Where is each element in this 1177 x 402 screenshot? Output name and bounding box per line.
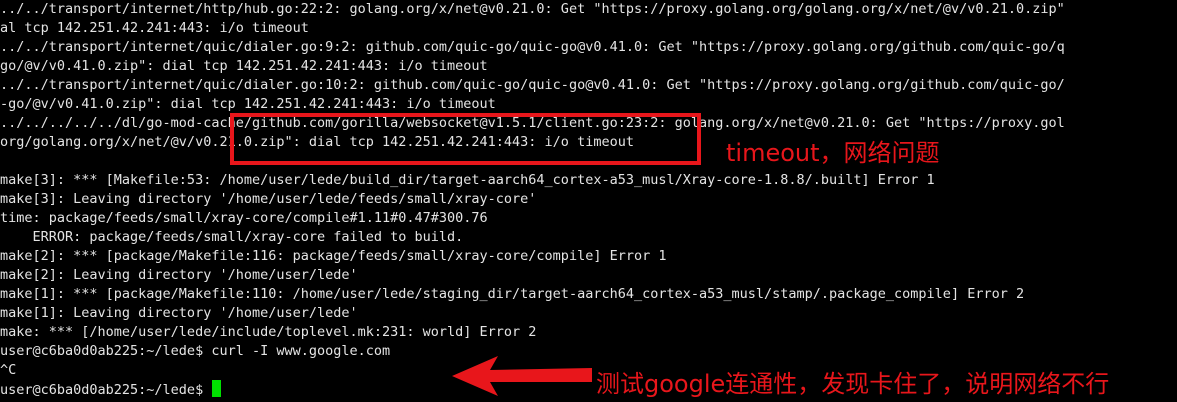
terminal-line: ../../transport/internet/quic/dialer.go:… [0,39,1065,55]
terminal-window[interactable]: ../../transport/internet/http/hub.go:22:… [0,0,1177,402]
terminal-line: make[3]: *** [Makefile:53: /home/user/le… [0,172,935,188]
terminal-cursor [212,380,222,397]
terminal-prompt: user@c6ba0d0ab225:~/lede$ [0,382,212,398]
curl-annotation: 测试google连通性，发现卡住了，说明网络不行 [596,370,1110,398]
terminal-line: make[2]: Leaving directory '/home/user/l… [0,267,358,283]
terminal-line: ../../transport/internet/http/hub.go:22:… [0,1,1065,17]
terminal-line: make[1]: Leaving directory '/home/user/l… [0,305,358,321]
terminal-line: time: package/feeds/small/xray-core/comp… [0,210,488,226]
timeout-highlight-box [230,113,701,165]
terminal-line: make[1]: *** [package/Makefile:110: /hom… [0,286,1025,302]
terminal-line: ERROR: package/feeds/small/xray-core fai… [0,229,464,245]
arrow-left-icon [452,356,592,396]
terminal-line: make: *** [/home/user/lede/include/tople… [0,324,537,340]
terminal-line: make[2]: *** [package/Makefile:116: pack… [0,248,667,264]
timeout-annotation: timeout，网络问题 [726,139,940,167]
terminal-line: al tcp 142.251.42.241:443: i/o timeout [0,20,309,36]
arrow-left-icon-shape [452,356,592,396]
terminal-line: make[3]: Leaving directory '/home/user/l… [0,191,537,207]
terminal-line: -go/@v/v0.41.0.zip": dial tcp 142.251.42… [0,96,496,112]
terminal-line: go/@v/v0.41.0.zip": dial tcp 142.251.42.… [0,58,488,74]
terminal-line: ../../transport/internet/quic/dialer.go:… [0,77,1065,93]
